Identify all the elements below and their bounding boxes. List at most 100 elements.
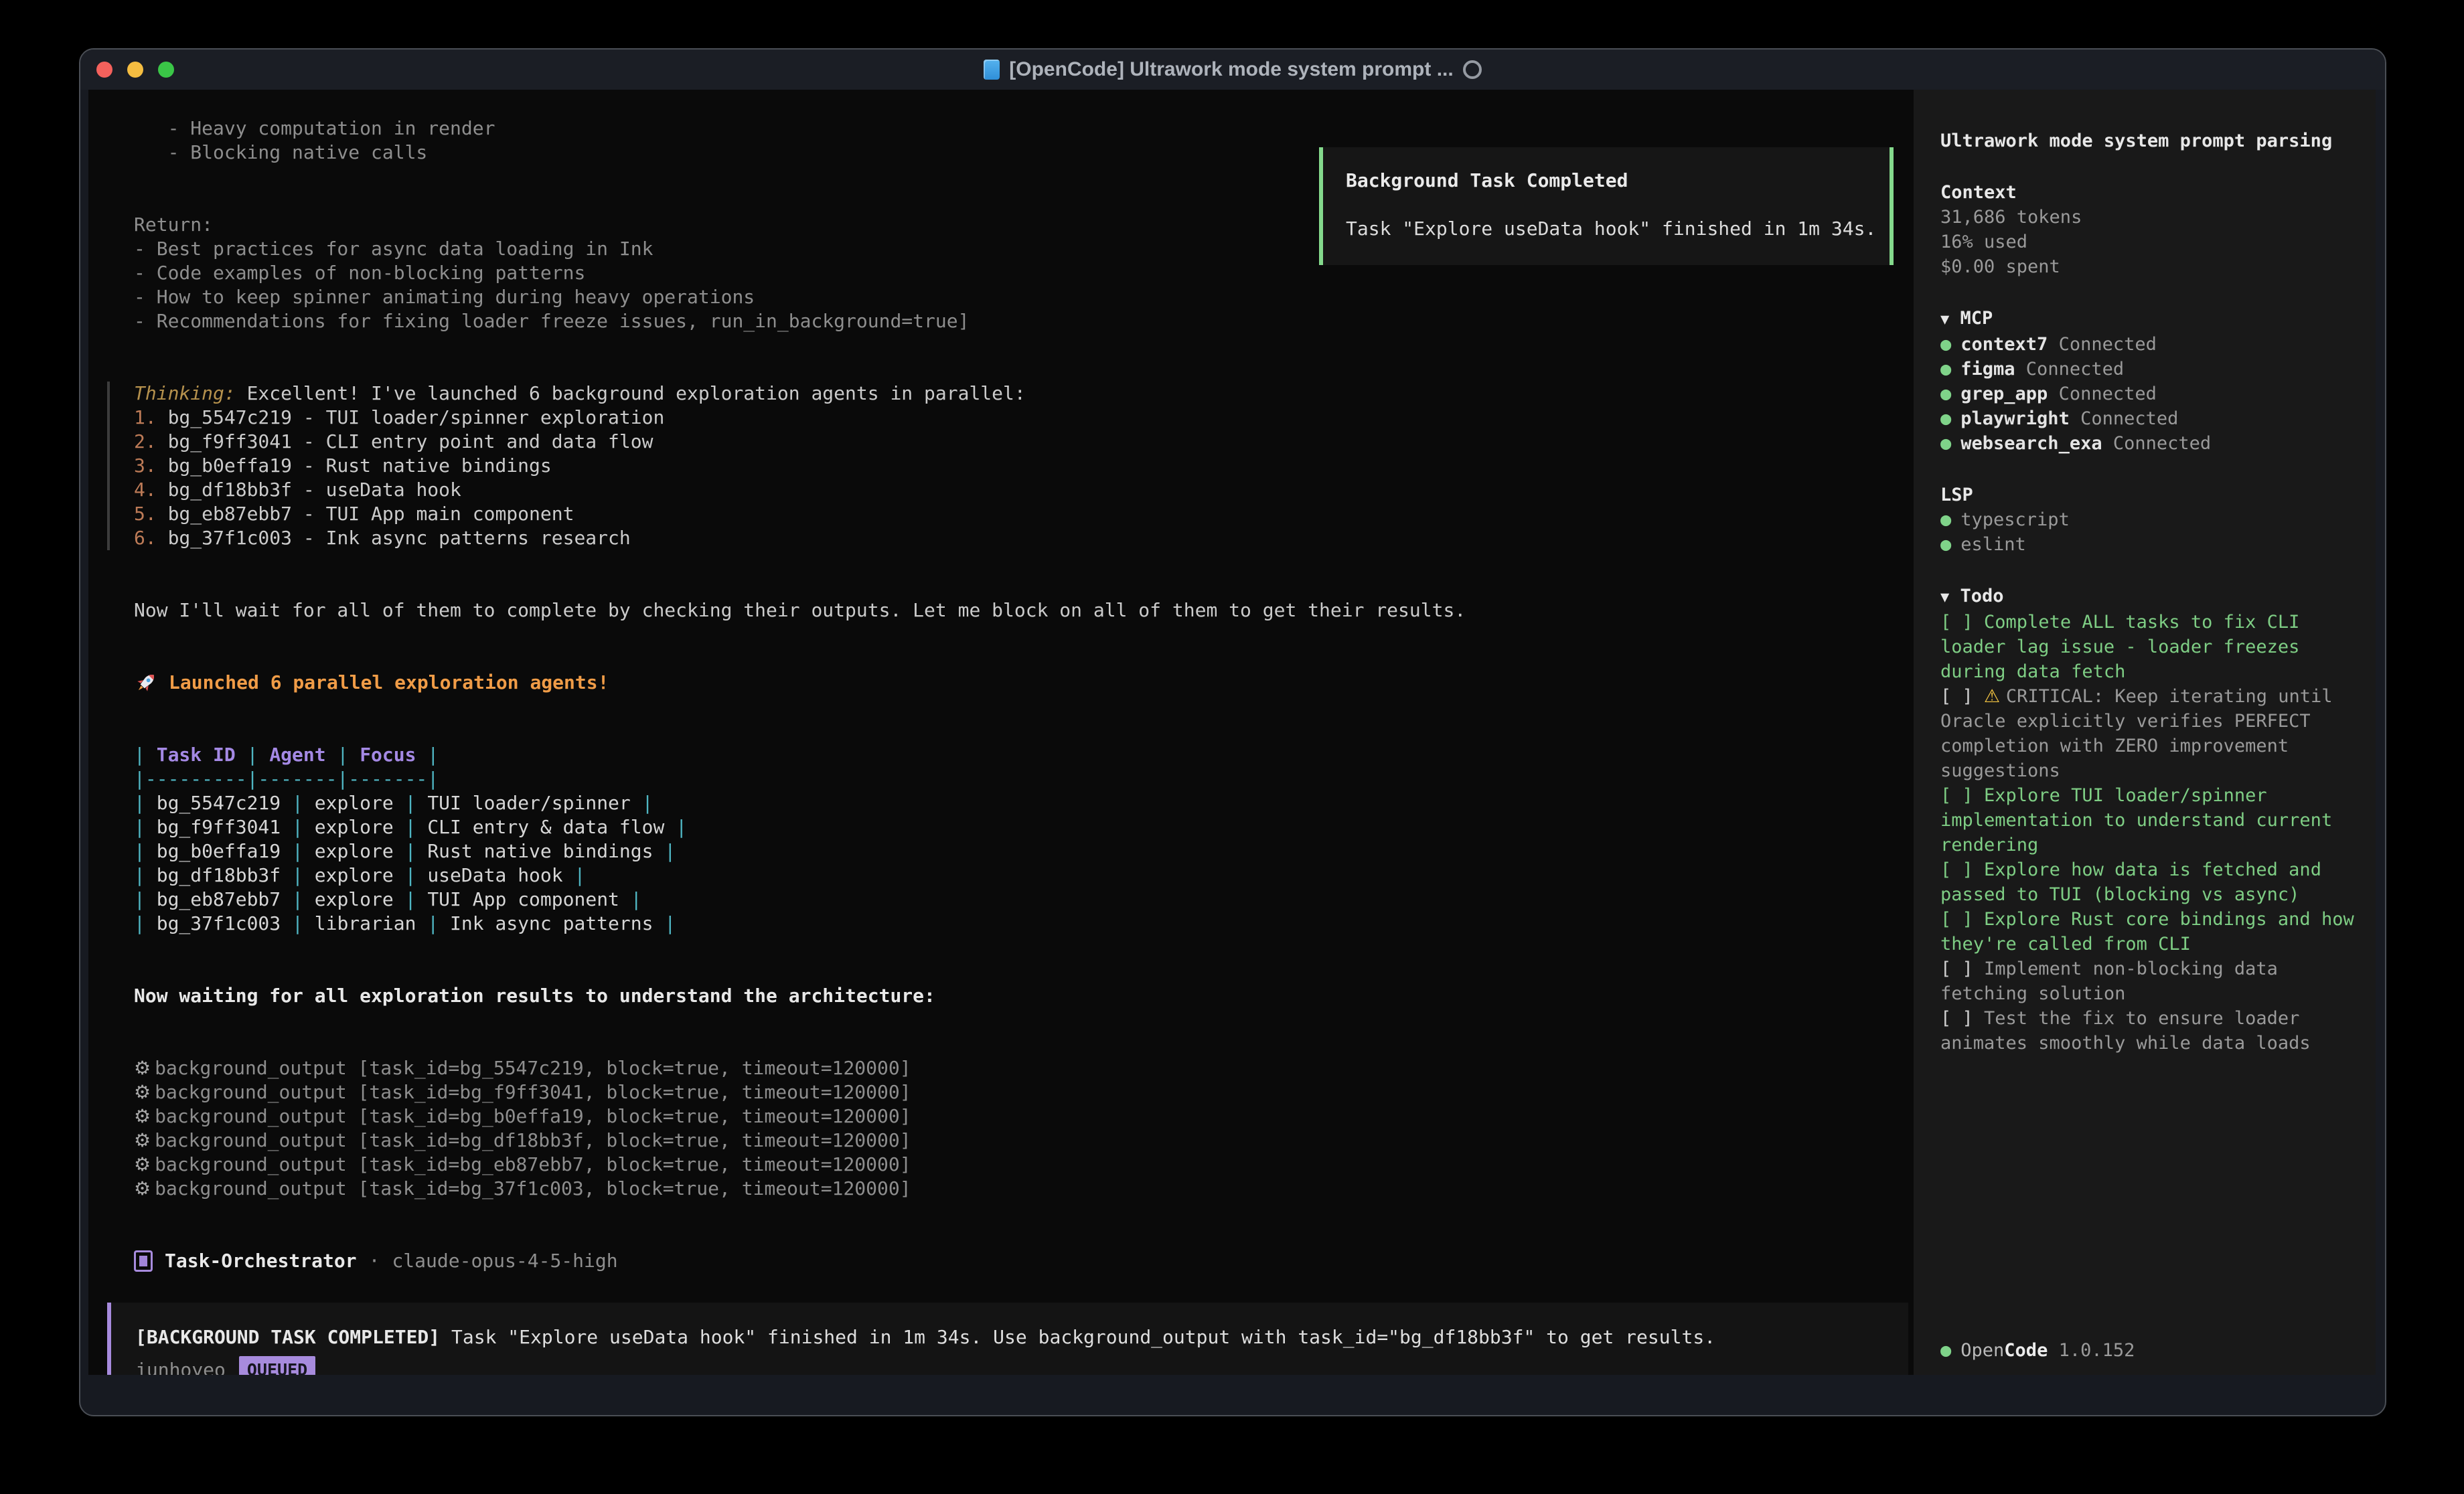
tool-output-line: - Recommendations for fixing loader free… xyxy=(134,309,1914,333)
queued-badge: QUEUED xyxy=(239,1356,315,1375)
todo-item: [ ] Implement non-blocking data fetching… xyxy=(1940,957,2356,1006)
mcp-server-name: figma xyxy=(1960,359,2015,380)
agent-separator: · xyxy=(369,1249,380,1273)
connected-dot-icon: ● xyxy=(1940,433,1951,454)
gear-icon: ⚙ xyxy=(134,1057,151,1079)
tool-call-line: ⚙background_output [task_id=bg_37f1c003,… xyxy=(134,1177,1914,1201)
todo-item: [ ] Explore Rust core bindings and how t… xyxy=(1940,907,2356,957)
table-row: | bg_37f1c003 | librarian | Ink async pa… xyxy=(134,912,1914,936)
chevron-down-icon[interactable]: ▼ xyxy=(1940,589,1949,606)
context-stat-line: $0.00 spent xyxy=(1940,254,2356,279)
spinner-ring-icon xyxy=(1463,60,1482,79)
agent-model: claude-opus-4-5-high xyxy=(392,1249,617,1273)
mcp-server-item: ●figma Connected xyxy=(1940,357,2356,382)
toast-body: Task "Explore useData hook" finished in … xyxy=(1346,217,1869,241)
completed-message-meta: junhoyeo QUEUED xyxy=(135,1356,1890,1375)
thinking-item-text: bg_b0effa19 - Rust native bindings xyxy=(157,454,552,477)
thinking-label: Thinking: xyxy=(134,382,236,404)
todo-item: [ ] Explore TUI loader/spinner implement… xyxy=(1940,783,2356,857)
chevron-down-icon[interactable]: ▼ xyxy=(1940,311,1949,328)
lsp-server-item: ●typescript xyxy=(1940,507,2356,532)
table-cell: explore xyxy=(315,888,394,910)
launch-banner: Launched 6 parallel exploration agents! xyxy=(134,671,1914,695)
background-task-toast: Background Task Completed Task "Explore … xyxy=(1319,147,1894,265)
table-cell: bg_37f1c003 xyxy=(157,912,281,934)
window-title-text: [OpenCode] Ultrawork mode system prompt … xyxy=(1009,58,1453,81)
thinking-item-text: bg_5547c219 - TUI loader/spinner explora… xyxy=(157,406,665,428)
table-row: | bg_f9ff3041 | explore | CLI entry & da… xyxy=(134,815,1914,839)
connected-dot-icon: ● xyxy=(1940,534,1951,555)
waiting-line: Now waiting for all exploration results … xyxy=(134,984,1914,1008)
mcp-server-name: playwright xyxy=(1960,408,2070,429)
table-cell: useData hook xyxy=(427,864,562,886)
context-heading: Context xyxy=(1940,180,2356,205)
thinking-item: 2. bg_f9ff3041 - CLI entry point and dat… xyxy=(134,430,1914,454)
thinking-item-number: 4. xyxy=(134,479,157,501)
sidebar-footer: ●OpenCode 1.0.152 xyxy=(1940,1338,2356,1363)
session-title: Ultrawork mode system prompt parsing xyxy=(1940,129,2356,153)
thinking-block: Thinking: Excellent! I've launched 6 bac… xyxy=(107,382,1914,550)
thinking-item: 4. bg_df18bb3f - useData hook xyxy=(134,478,1914,502)
table-header-cell: Task ID xyxy=(157,744,236,766)
table-row: | bg_b0effa19 | explore | Rust native bi… xyxy=(134,839,1914,863)
tool-call-list: ⚙background_output [task_id=bg_5547c219,… xyxy=(134,1056,1914,1201)
thinking-item: 1. bg_5547c219 - TUI loader/spinner expl… xyxy=(134,406,1914,430)
thinking-item: 6. bg_37f1c003 - Ink async patterns rese… xyxy=(134,526,1914,550)
table-cell: bg_b0effa19 xyxy=(157,840,281,862)
rocket-icon xyxy=(134,671,158,695)
warning-icon: ⚠ xyxy=(1984,686,2006,707)
tool-call-line: ⚙background_output [task_id=bg_5547c219,… xyxy=(134,1056,1914,1080)
app-version: 1.0.152 xyxy=(2059,1340,2135,1361)
todo-item: [ ] Complete ALL tasks to fix CLI loader… xyxy=(1940,610,2356,684)
thinking-intro: Thinking: Excellent! I've launched 6 bac… xyxy=(134,382,1914,406)
table-separator-row: |---------|-------|-------| xyxy=(134,767,1914,791)
table-cell: Rust native bindings xyxy=(427,840,653,862)
todo-item: [ ] Explore how data is fetched and pass… xyxy=(1940,857,2356,907)
gear-icon: ⚙ xyxy=(134,1081,151,1103)
window-title: [OpenCode] Ultrawork mode system prompt … xyxy=(80,58,2385,81)
lsp-heading: LSP xyxy=(1940,483,2356,507)
gear-icon: ⚙ xyxy=(134,1105,151,1127)
table-cell: bg_f9ff3041 xyxy=(157,816,281,838)
mcp-server-list: ●context7 Connected●figma Connected●grep… xyxy=(1940,332,2356,456)
terminal-main-pane: Background Task Completed Task "Explore … xyxy=(88,90,1914,1375)
title-bar: [OpenCode] Ultrawork mode system prompt … xyxy=(80,50,2385,90)
mcp-server-item: ●websearch_exa Connected xyxy=(1940,431,2356,456)
completed-message-text: [BACKGROUND TASK COMPLETED] Task "Explor… xyxy=(135,1325,1890,1349)
connected-dot-icon: ● xyxy=(1940,384,1951,404)
lsp-section: LSP ●typescript●eslint xyxy=(1940,483,2356,557)
thinking-item-list: 1. bg_5547c219 - TUI loader/spinner expl… xyxy=(134,406,1914,550)
mcp-heading: ▼ MCP xyxy=(1940,306,2356,332)
todo-item: [ ] Test the fix to ensure loader animat… xyxy=(1940,1006,2356,1056)
connected-dot-icon: ● xyxy=(1940,334,1951,355)
opencode-window: [OpenCode] Ultrawork mode system prompt … xyxy=(79,48,2386,1416)
lsp-server-item: ●eslint xyxy=(1940,532,2356,557)
todo-list: [ ] Complete ALL tasks to fix CLI loader… xyxy=(1940,610,2356,1056)
connected-dot-icon: ● xyxy=(1940,509,1951,530)
tool-call-line: ⚙background_output [task_id=bg_df18bb3f,… xyxy=(134,1129,1914,1153)
tool-output-line: - How to keep spinner animating during h… xyxy=(134,285,1914,309)
gear-icon: ⚙ xyxy=(134,1129,151,1151)
status-dot-icon: ● xyxy=(1940,1340,1951,1361)
table-cell: explore xyxy=(315,864,394,886)
thinking-item-text: bg_f9ff3041 - CLI entry point and data f… xyxy=(157,430,653,452)
table-cell: bg_5547c219 xyxy=(157,792,281,814)
context-stat-line: 16% used xyxy=(1940,230,2356,254)
todo-item: [ ] ⚠ CRITICAL: Keep iterating until Ora… xyxy=(1940,684,2356,783)
tool-output-line: - Heavy computation in render xyxy=(134,116,1914,141)
table-row: | bg_df18bb3f | explore | useData hook | xyxy=(134,863,1914,888)
mcp-server-name: websearch_exa xyxy=(1960,433,2102,454)
lsp-server-list: ●typescript●eslint xyxy=(1940,507,2356,557)
todo-heading: ▼ Todo xyxy=(1940,584,2356,610)
table-row: | bg_5547c219 | explore | TUI loader/spi… xyxy=(134,791,1914,815)
launch-banner-text: Launched 6 parallel exploration agents! xyxy=(169,671,609,695)
context-stats: 31,686 tokens16% used$0.00 spent xyxy=(1940,205,2356,279)
thinking-item: 5. bg_eb87ebb7 - TUI App main component xyxy=(134,502,1914,526)
gear-icon: ⚙ xyxy=(134,1153,151,1175)
table-cell: bg_eb87ebb7 xyxy=(157,888,281,910)
sidebar: Ultrawork mode system prompt parsing Con… xyxy=(1914,90,2376,1375)
table-cell: TUI loader/spinner xyxy=(427,792,630,814)
brand-open: Open xyxy=(1960,1340,2004,1361)
agents-table: | Task ID | Agent | Focus ||---------|--… xyxy=(134,743,1914,936)
mcp-server-name: grep_app xyxy=(1960,384,2048,404)
